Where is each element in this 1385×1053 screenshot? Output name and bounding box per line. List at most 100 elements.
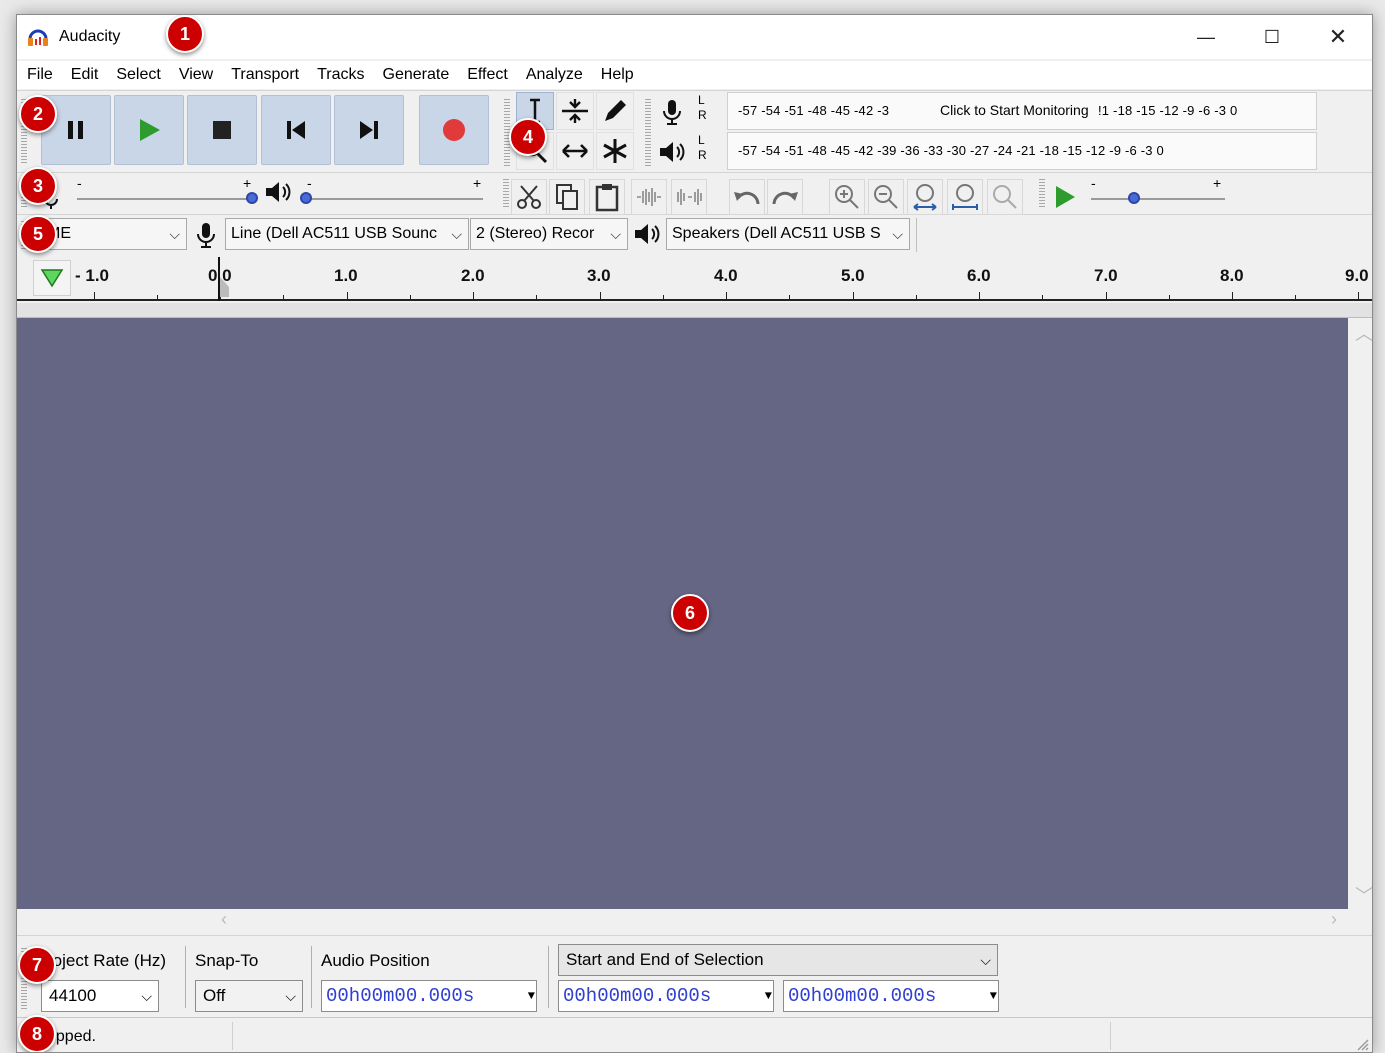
envelope-tool[interactable] xyxy=(556,92,594,130)
record-button[interactable] xyxy=(419,95,489,165)
playback-volume-thumb[interactable] xyxy=(300,192,312,204)
record-meter-hint[interactable]: Click to Start Monitoring xyxy=(936,102,1093,118)
play-speed-slider[interactable] xyxy=(1091,198,1225,200)
selection-end-value: 00h00m00.000s xyxy=(788,985,937,1007)
scroll-right-icon[interactable]: › xyxy=(1331,909,1337,930)
recording-channels-select[interactable]: 2 (Stereo) Recor ⌵ xyxy=(470,218,628,250)
record-volume-slider[interactable] xyxy=(77,198,253,200)
recording-device-value: Line (Dell AC511 USB Sounc xyxy=(231,225,438,242)
trim-audio-icon xyxy=(637,188,661,206)
project-rate-value: 44100 xyxy=(49,986,97,1005)
callout-badge-4: 4 xyxy=(509,118,547,156)
pin-playhead-button[interactable] xyxy=(33,260,71,296)
play-at-speed-button[interactable] xyxy=(1047,179,1083,215)
fit-selection-button[interactable] xyxy=(907,179,943,215)
menu-view[interactable]: View xyxy=(175,66,223,84)
audio-position-field[interactable]: 00h00m00.000s ▼ xyxy=(321,980,537,1012)
play-position-marker-icon xyxy=(220,277,229,297)
record-meter[interactable]: -57 -54 -51 -48 -45 -42 -3 Click to Star… xyxy=(727,92,1317,130)
skip-to-start-button[interactable] xyxy=(261,95,331,165)
playback-device-select[interactable]: Speakers (Dell AC511 USB S ⌵ xyxy=(666,218,910,250)
menu-generate[interactable]: Generate xyxy=(379,66,460,84)
timeline-ruler[interactable]: - 1.0 0.0 1.0 2.0 3.0 4.0 5.0 6.0 7.0 8.… xyxy=(17,257,1372,301)
edit-grip[interactable] xyxy=(503,177,509,209)
silence-button[interactable] xyxy=(671,179,707,215)
zoom-in-icon xyxy=(835,185,859,209)
stop-button[interactable] xyxy=(187,95,257,165)
zoom-in-button[interactable] xyxy=(829,179,865,215)
window-title: Audacity xyxy=(59,28,121,45)
zoom-toggle-icon xyxy=(993,185,1017,209)
envelope-icon xyxy=(562,99,588,123)
draw-tool[interactable] xyxy=(596,92,634,130)
menu-select[interactable]: Select xyxy=(112,66,170,84)
ruler-tick xyxy=(916,295,917,299)
close-button[interactable]: ✕ xyxy=(1305,15,1371,59)
ruler-tick xyxy=(979,292,980,299)
scroll-down-icon[interactable]: ﹀ xyxy=(1355,882,1372,908)
audio-host-select[interactable]: ME ⌵ xyxy=(41,218,187,250)
menu-help[interactable]: Help xyxy=(597,66,644,84)
zoom-toggle-button[interactable] xyxy=(987,179,1023,215)
project-rate-select[interactable]: 44100 ⌵ xyxy=(41,980,159,1012)
ruler-tick xyxy=(473,292,474,299)
playback-volume-slider[interactable] xyxy=(307,198,483,200)
selection-end-field[interactable]: 00h00m00.000s ▼ xyxy=(783,980,999,1012)
paste-button[interactable] xyxy=(589,179,625,215)
playback-meter-button[interactable] xyxy=(657,135,687,169)
redo-button[interactable] xyxy=(767,179,803,215)
maximize-button[interactable]: ☐ xyxy=(1239,15,1305,59)
recording-device-select[interactable]: Line (Dell AC511 USB Sounc ⌵ xyxy=(225,218,469,250)
zoom-out-button[interactable] xyxy=(868,179,904,215)
meter-grip[interactable] xyxy=(645,97,651,167)
ruler-tick xyxy=(1169,295,1170,299)
speed-slider-max: + xyxy=(1213,175,1222,191)
ruler-tick xyxy=(1042,295,1043,299)
menu-file[interactable]: File xyxy=(23,66,63,84)
selection-mode-select[interactable]: Start and End of Selection ⌵ xyxy=(558,944,998,976)
copy-button[interactable] xyxy=(549,179,585,215)
trim-button[interactable] xyxy=(631,179,667,215)
record-meter-scale-tail: !1 -18 -15 -12 -9 -6 -3 0 xyxy=(1098,103,1238,118)
format-dropdown-icon[interactable]: ▼ xyxy=(765,981,772,1011)
skip-to-end-button[interactable] xyxy=(334,95,404,165)
resize-grip-icon[interactable] xyxy=(1356,1038,1370,1052)
copy-icon xyxy=(556,184,578,210)
pencil-icon xyxy=(605,100,626,121)
microphone-icon xyxy=(663,100,681,125)
vertical-scrollbar[interactable]: ︿ ﹀ xyxy=(1348,318,1372,909)
undo-button[interactable] xyxy=(729,179,765,215)
callout-badge-7: 7 xyxy=(18,946,56,984)
skip-to-start-icon xyxy=(287,121,305,139)
record-meter-button[interactable] xyxy=(657,95,687,129)
cut-button[interactable] xyxy=(511,179,547,215)
menu-tracks[interactable]: Tracks xyxy=(313,66,374,84)
menu-analyze[interactable]: Analyze xyxy=(522,66,593,84)
time-shift-tool[interactable] xyxy=(556,132,594,170)
fit-project-button[interactable] xyxy=(947,179,983,215)
scroll-up-icon[interactable]: ︿ xyxy=(1355,320,1372,346)
record-volume-thumb[interactable] xyxy=(246,192,258,204)
record-channel-labels: L R xyxy=(698,93,707,123)
ruler-label: 2.0 xyxy=(461,266,485,285)
play-at-speed-grip[interactable] xyxy=(1039,177,1045,209)
playback-meter[interactable]: -57 -54 -51 -48 -45 -42 -39 -36 -33 -30 … xyxy=(727,132,1317,170)
ruler-tick xyxy=(726,292,727,299)
menu-effect[interactable]: Effect xyxy=(463,66,518,84)
format-dropdown-icon[interactable]: ▼ xyxy=(990,981,997,1011)
ruler-tick xyxy=(663,295,664,299)
play-button[interactable] xyxy=(114,95,184,165)
format-dropdown-icon[interactable]: ▼ xyxy=(528,981,535,1011)
multi-tool[interactable] xyxy=(596,132,634,170)
minimize-button[interactable]: — xyxy=(1173,15,1239,59)
selection-start-field[interactable]: 00h00m00.000s ▼ xyxy=(558,980,774,1012)
horizontal-scrollbar[interactable]: ‹ › xyxy=(17,909,1348,933)
pause-icon xyxy=(68,121,83,139)
scrub-bar[interactable] xyxy=(17,303,1372,318)
scroll-left-icon[interactable]: ‹ xyxy=(221,909,227,930)
record-icon xyxy=(443,119,465,141)
ruler-tick xyxy=(1106,292,1107,299)
menu-edit[interactable]: Edit xyxy=(67,66,109,84)
menu-transport[interactable]: Transport xyxy=(227,66,309,84)
snap-to-select[interactable]: Off ⌵ xyxy=(195,980,303,1012)
